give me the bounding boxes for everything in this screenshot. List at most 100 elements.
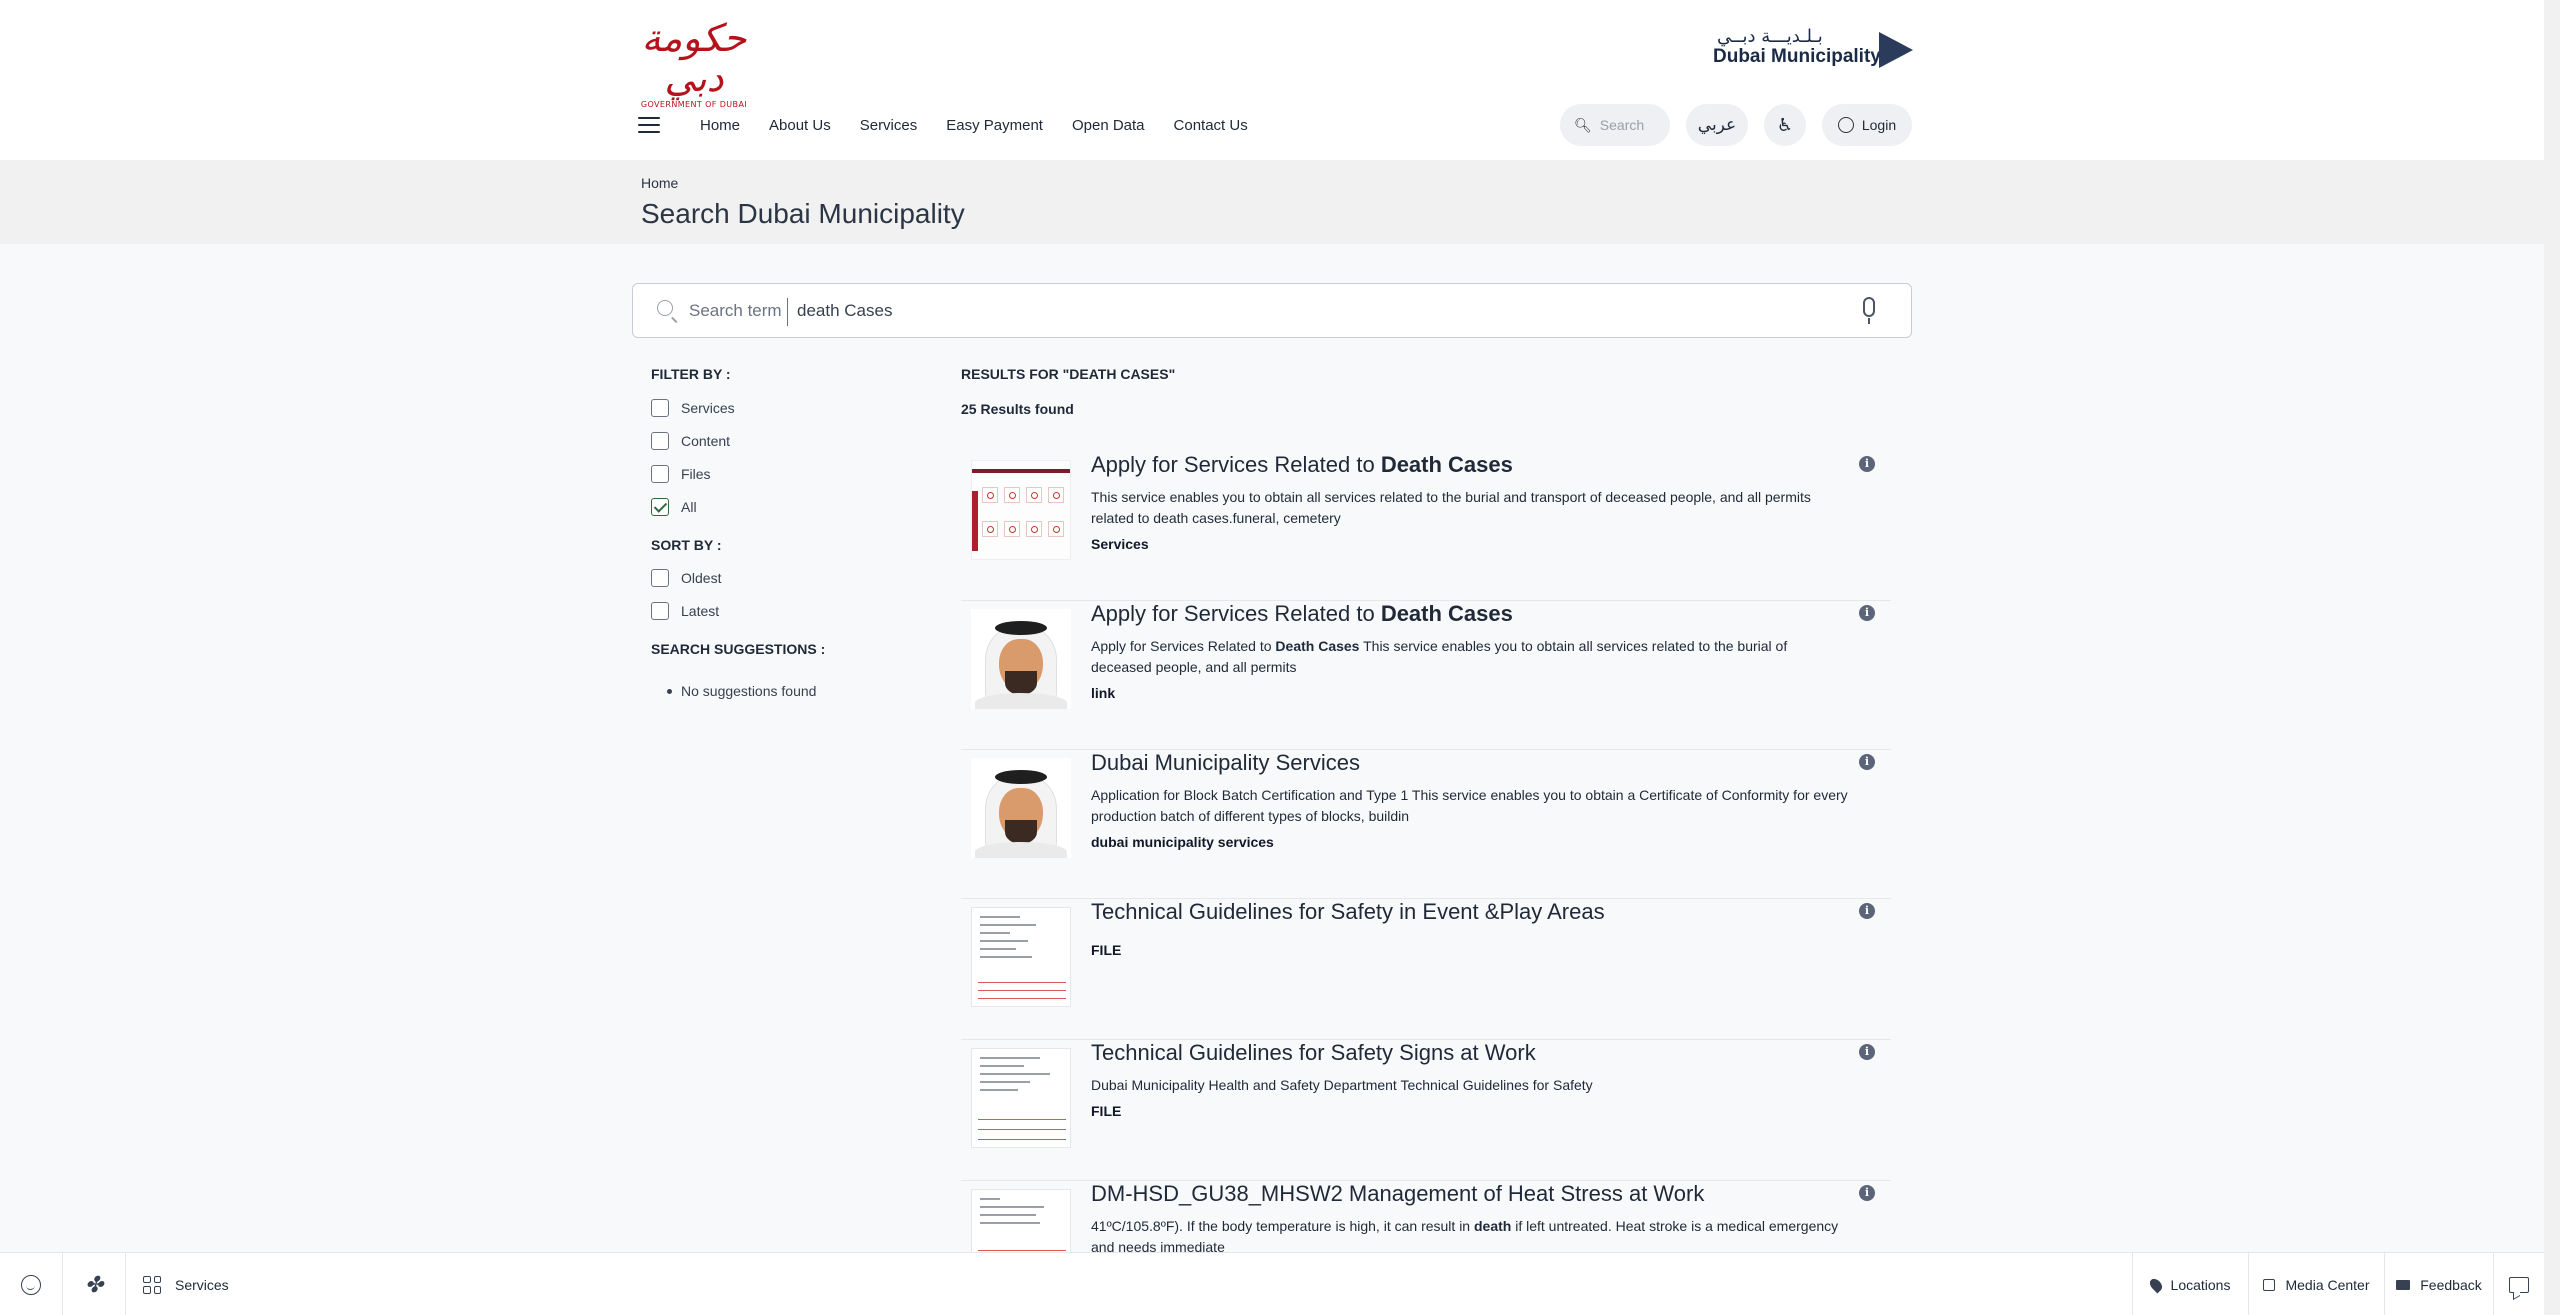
nav-services[interactable]: Services — [860, 117, 918, 134]
result-item: Technical Guidelines for Safety Signs at… — [961, 1040, 1891, 1181]
chat-icon — [2509, 1276, 2529, 1293]
page-scrollbar[interactable] — [2544, 0, 2560, 1315]
suggestion-item: No suggestions found — [667, 683, 871, 699]
sort-oldest[interactable]: Oldest — [651, 561, 871, 594]
search-icon: 🔍︎ — [1574, 116, 1592, 133]
filter-files-label: Files — [681, 465, 711, 482]
result-thumbnail[interactable] — [971, 1048, 1071, 1148]
microphone-icon[interactable] — [1863, 297, 1875, 324]
locations-button[interactable]: Locations — [2132, 1253, 2248, 1315]
dm-logo-arabic: بـلـديـــة دبــي — [1717, 26, 1823, 47]
filter-services-label: Services — [681, 399, 735, 416]
result-thumbnail[interactable] — [971, 609, 1071, 709]
nav-contact-us[interactable]: Contact Us — [1174, 117, 1248, 134]
header-search-button[interactable]: 🔍︎ Search — [1560, 104, 1670, 146]
dm-logo-mark-icon — [1879, 32, 1913, 68]
filter-all-label: All — [681, 498, 697, 515]
result-thumbnail[interactable] — [971, 907, 1071, 1007]
result-item: Apply for Services Related to Death Case… — [961, 601, 1891, 750]
media-center-label: Media Center — [2285, 1276, 2370, 1293]
filter-all[interactable]: All — [651, 490, 871, 523]
result-title[interactable]: Apply for Services Related to Death Case… — [1091, 452, 1513, 478]
login-button[interactable]: Login — [1822, 104, 1912, 146]
feedback-label: Feedback — [2420, 1276, 2482, 1293]
services-menu-button[interactable]: Services — [126, 1253, 256, 1315]
checkbox[interactable] — [651, 464, 669, 483]
result-title[interactable]: DM-HSD_GU38_MHSW2 Management of Heat Str… — [1091, 1181, 1704, 1207]
filter-by-heading: FILTER BY : — [651, 366, 731, 382]
result-title[interactable]: Technical Guidelines for Safety in Event… — [1091, 899, 1605, 925]
search-term-field[interactable]: Search term death Cases — [632, 283, 1912, 338]
accessibility-icon[interactable]: ♿︎ — [1764, 104, 1806, 146]
hamburger-menu-icon[interactable] — [638, 117, 660, 133]
dm-logo-english: Dubai Municipality — [1713, 46, 1881, 67]
nav-about-us[interactable]: About Us — [769, 117, 831, 134]
info-icon[interactable]: i — [1859, 456, 1875, 472]
bottom-toolbar: ✤︎ Services Locations Media Center Feedb… — [0, 1252, 2544, 1315]
nav-open-data[interactable]: Open Data — [1072, 117, 1145, 134]
filter-panel: FILTER BY : Services Content Files All S… — [651, 366, 871, 699]
search-icon — [657, 300, 673, 316]
result-type: Services — [1091, 536, 1149, 552]
info-icon[interactable]: i — [1859, 903, 1875, 919]
sort-latest-label: Latest — [681, 602, 720, 619]
dubai-municipality-logo[interactable]: بـلـديـــة دبــي Dubai Municipality — [1713, 26, 1913, 74]
checkbox[interactable] — [651, 431, 669, 450]
main-nav: Home About Us Services Easy Payment Open… — [633, 106, 1277, 144]
result-title[interactable]: Apply for Services Related to Death Case… — [1091, 601, 1513, 627]
breadcrumb-home[interactable]: Home — [641, 175, 678, 191]
filter-content-label: Content — [681, 432, 731, 449]
header-search-placeholder: Search — [1599, 117, 1645, 133]
checkbox-checked[interactable] — [651, 497, 669, 516]
result-description: Application for Block Batch Certificatio… — [1091, 787, 1848, 824]
result-title[interactable]: Dubai Municipality Services — [1091, 750, 1360, 776]
search-input[interactable]: death Cases — [797, 301, 892, 321]
info-icon[interactable]: i — [1859, 754, 1875, 770]
no-suggestions-text: No suggestions found — [681, 683, 817, 699]
result-thumbnail[interactable] — [971, 758, 1071, 858]
result-item: Apply for Services Related to Death Case… — [961, 452, 1891, 601]
filter-content[interactable]: Content — [651, 424, 871, 457]
feedback-button[interactable]: Feedback — [2384, 1253, 2493, 1315]
user-icon — [1837, 117, 1854, 133]
nav-home[interactable]: Home — [700, 117, 740, 134]
page-title: Search Dubai Municipality — [641, 198, 965, 229]
header-tools: 🔍︎ Search عربي ♿︎ Login — [1560, 104, 1912, 146]
result-title[interactable]: Technical Guidelines for Safety Signs at… — [1091, 1040, 1536, 1066]
info-icon[interactable]: i — [1859, 1044, 1875, 1060]
chat-button[interactable] — [2493, 1253, 2544, 1315]
language-toggle-button[interactable]: عربي — [1686, 104, 1748, 146]
results-count: 25 Results found — [961, 401, 1074, 417]
ai-assistant-button[interactable]: ✤︎ — [63, 1253, 126, 1315]
info-icon[interactable]: i — [1859, 1185, 1875, 1201]
locations-label: Locations — [2170, 1276, 2231, 1293]
result-thumbnail[interactable] — [971, 460, 1071, 560]
checkbox[interactable] — [651, 601, 669, 620]
sort-by-heading: SORT BY : — [651, 537, 722, 553]
government-of-dubai-logo[interactable]: حكومة دبي GOVERNMENT OF DUBAI — [633, 18, 755, 109]
info-icon[interactable]: i — [1859, 605, 1875, 621]
result-type: link — [1091, 685, 1116, 701]
filter-services[interactable]: Services — [651, 391, 871, 424]
site-header: حكومة دبي GOVERNMENT OF DUBAI بـلـديـــة… — [0, 0, 2544, 160]
location-pin-icon — [2147, 1276, 2165, 1293]
result-item: Technical Guidelines for Safety in Event… — [961, 899, 1891, 1040]
gov-logo-arabic: حكومة دبي — [641, 16, 747, 100]
result-item: Dubai Municipality Services Application … — [961, 750, 1891, 899]
page-banner: Home Search Dubai Municipality — [0, 160, 2544, 244]
checkbox[interactable] — [651, 398, 669, 417]
assistant-icon: ✤︎ — [84, 1271, 104, 1297]
filter-files[interactable]: Files — [651, 457, 871, 490]
media-center-button[interactable]: Media Center — [2248, 1253, 2384, 1315]
search-term-label: Search term — [689, 301, 782, 320]
checkbox[interactable] — [651, 568, 669, 587]
sort-oldest-label: Oldest — [681, 569, 722, 586]
happiness-meter-button[interactable] — [0, 1253, 63, 1315]
nav-easy-payment[interactable]: Easy Payment — [946, 117, 1043, 134]
result-type: FILE — [1091, 942, 1122, 958]
result-description: This service enables you to obtain all s… — [1091, 489, 1811, 526]
results-heading: RESULTS FOR "DEATH CASES" — [961, 366, 1176, 382]
search-suggestions-heading: SEARCH SUGGESTIONS : — [651, 641, 826, 657]
sort-latest[interactable]: Latest — [651, 594, 871, 627]
search-divider — [787, 298, 788, 326]
